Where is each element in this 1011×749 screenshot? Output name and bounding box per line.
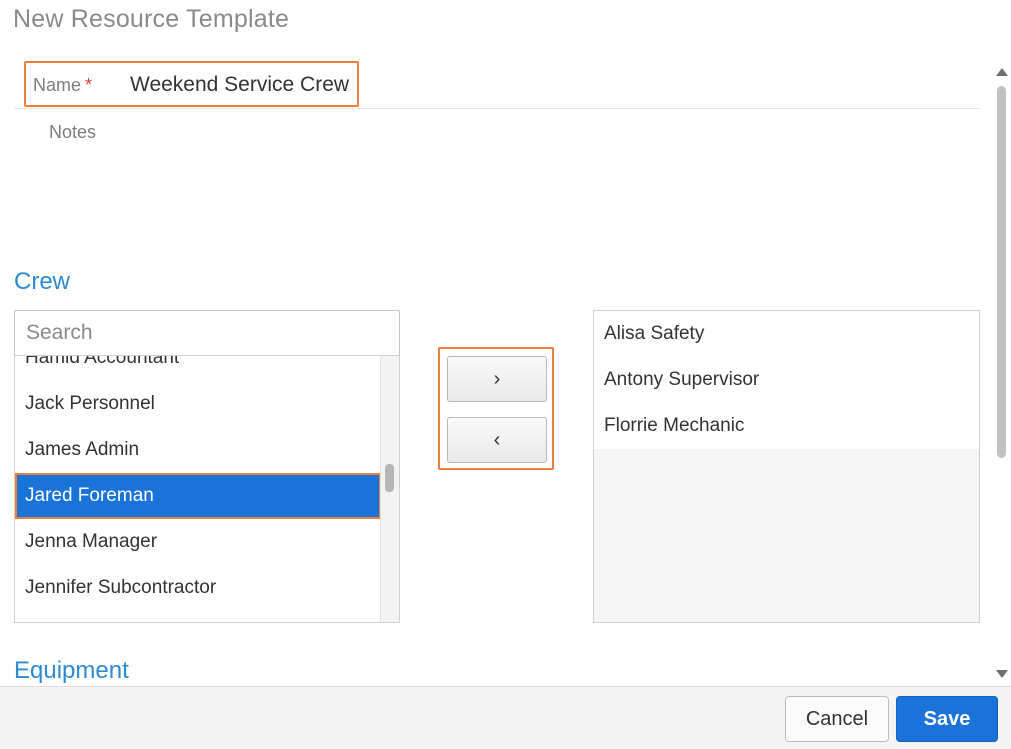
assigned-crew-list[interactable]: Alisa Safety Antony Supervisor Florrie Mec… (593, 310, 980, 623)
available-crew-viewport: Hamid Accountant Jack Personnel James Admi… (15, 356, 381, 622)
scroll-up-icon[interactable] (996, 68, 1008, 76)
assigned-crew-item[interactable]: Florrie Mechanic (594, 403, 979, 449)
save-button[interactable]: Save (896, 696, 998, 742)
available-crew-item[interactable]: Jenna Manager (15, 519, 381, 565)
scroll-down-icon[interactable] (996, 670, 1008, 678)
crew-search-input[interactable] (14, 310, 400, 356)
available-crew-item[interactable]: Jack Personnel (15, 381, 381, 427)
crew-heading: Crew (14, 268, 71, 295)
name-divider (14, 108, 980, 109)
available-crew-item[interactable]: Hamid Accountant (15, 356, 381, 381)
chevron-left-icon: ‹ (493, 428, 501, 451)
page-scroll-thumb[interactable] (997, 86, 1006, 458)
dialog-footer: Cancel Save (0, 686, 1011, 749)
resource-template-dialog: New Resource Template Name * Weekend Serv… (0, 0, 1011, 749)
chevron-right-icon: › (493, 367, 501, 390)
assigned-crew-item[interactable]: Antony Supervisor (594, 357, 979, 403)
page-scrollbar[interactable] (993, 64, 1011, 686)
transfer-buttons: › ‹ (438, 347, 554, 470)
available-list-scroll-thumb[interactable] (385, 464, 394, 492)
remove-from-crew-button[interactable]: ‹ (447, 417, 547, 463)
add-to-crew-button[interactable]: › (447, 356, 547, 402)
available-crew-item[interactable]: James Admin (15, 427, 381, 473)
equipment-heading: Equipment (14, 657, 129, 684)
notes-label: Notes (49, 122, 97, 142)
dialog-title: New Resource Template (13, 5, 290, 33)
required-marker: * (85, 75, 93, 95)
assigned-crew-items: Alisa Safety Antony Supervisor Florrie Mec… (594, 311, 979, 449)
assigned-crew-item[interactable]: Alisa Safety (594, 311, 979, 357)
name-label: Name * (33, 75, 93, 95)
cancel-button[interactable]: Cancel (785, 696, 889, 742)
available-crew-list[interactable]: Hamid Accountant Jack Personnel James Admi… (14, 355, 400, 623)
available-crew-item[interactable]: Jennifer Subcontractor (15, 565, 381, 611)
available-crew-items: Hamid Accountant Jack Personnel James Admi… (15, 356, 381, 611)
available-crew-item[interactable]: Jared Foreman (15, 473, 381, 519)
name-field[interactable]: Name * Weekend Service Crew (24, 61, 359, 107)
name-input-value[interactable]: Weekend Service Crew (130, 73, 349, 97)
available-list-scrollbar[interactable] (380, 356, 399, 622)
